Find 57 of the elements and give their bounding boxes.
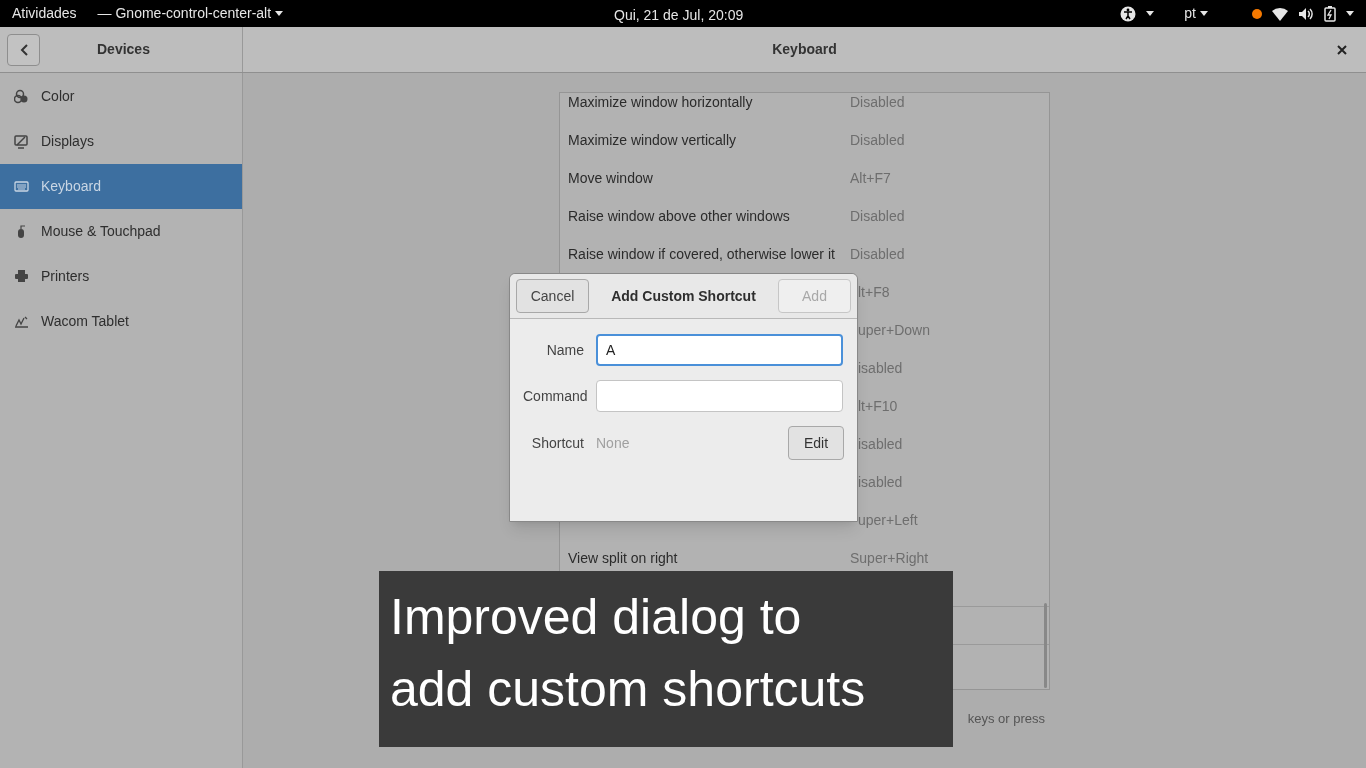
keyboard-icon [14,179,29,194]
caret-icon [1146,11,1155,16]
volume-icon[interactable] [1298,6,1314,21]
shortcut-label: Shortcut [530,433,584,453]
tablet-pen-icon [14,314,29,329]
app-menu[interactable]: — Gnome-control-center-alt [97,3,284,24]
shortcut-value: None [596,433,630,453]
cancel-button[interactable]: Cancel [516,279,589,313]
sidebar-item[interactable]: Keyboard [0,164,242,209]
clock[interactable]: Qui, 21 de Jul, 20:09 [614,5,744,26]
back-button[interactable] [7,33,40,66]
shortcut-keys: Disabled [850,243,905,265]
sidebar-item[interactable]: Displays [0,119,242,164]
battery-icon[interactable] [1324,5,1336,22]
dialog-title: Add Custom Shortcut [610,286,757,306]
shortcut-keys: Super+Right [850,547,929,569]
shortcut-name: Move window [567,168,654,188]
caret-icon [1346,11,1354,16]
monitor-icon [14,134,29,149]
sidebar-item[interactable]: Mouse & Touchpad [0,209,242,254]
shortcut-keys: uper+Left [858,509,918,531]
command-field[interactable] [596,380,843,412]
sidebar-title: Devices [97,40,150,59]
shortcut-keys: uper+Down [858,319,930,341]
color-circles-icon [14,89,29,104]
edit-button[interactable]: Edit [788,426,844,460]
wifi-icon[interactable] [1272,6,1288,21]
shortcut-keys: Disabled [850,205,905,227]
shortcut-keys: isabled [858,357,903,379]
scrollbar[interactable] [1044,603,1047,688]
hint-text: keys or press [967,710,1045,727]
shortcut-name: Raise window if covered, otherwise lower it [567,244,836,264]
sidebar-item[interactable]: Color [0,74,242,119]
close-icon[interactable] [1337,44,1347,55]
shortcut-keys: isabled [858,471,903,493]
name-label: Name [545,340,584,360]
shortcut-name: Maximize window vertically [567,130,738,150]
shortcut-name: Raise window above other windows [567,206,791,226]
caret-icon [1200,11,1208,16]
printer-icon [14,269,29,284]
language-menu[interactable]: pt [1184,3,1208,24]
shortcut-keys: lt+F8 [858,281,890,303]
shortcut-name: Maximize window horizontally [567,93,754,112]
caret-icon [275,11,284,16]
sidebar-item[interactable]: Wacom Tablet [0,299,242,344]
sidebar-item[interactable]: Printers [0,254,242,299]
panel-title: Keyboard [772,40,837,59]
shortcut-name: View split on right [567,548,679,568]
shortcut-keys: Alt+F7 [850,167,891,189]
activities-button[interactable]: Atividades [12,3,77,24]
shortcut-keys: Disabled [850,129,905,151]
shortcut-keys: isabled [858,433,903,455]
shortcut-keys: Disabled [850,93,905,113]
caption-overlay: Improved dialog to add custom shortcuts [379,571,953,747]
name-field[interactable]: A [596,334,843,366]
accessibility-icon[interactable] [1120,5,1137,22]
shortcut-keys: lt+F10 [858,395,898,417]
